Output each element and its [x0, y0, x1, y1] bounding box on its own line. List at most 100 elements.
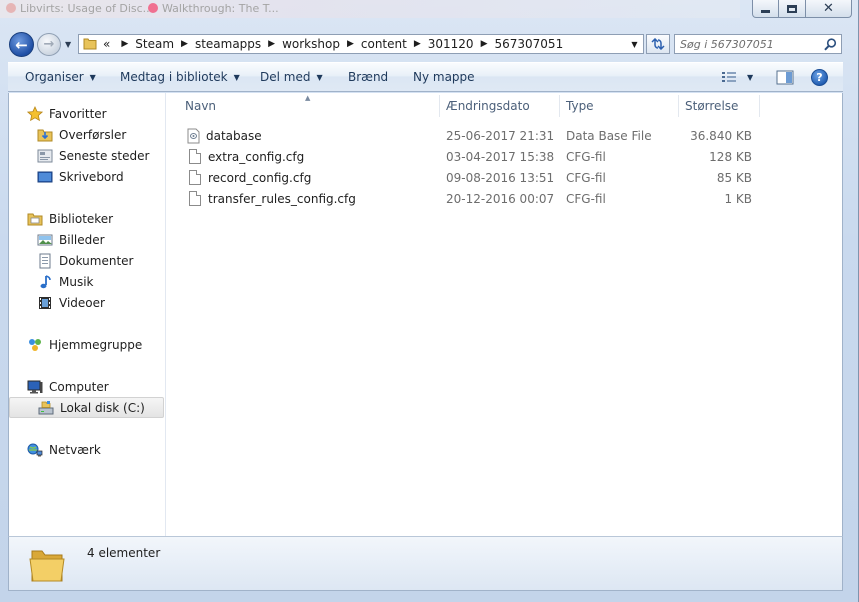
folder-icon — [26, 543, 70, 590]
background-tab-label: Walkthrough: The T... — [162, 2, 279, 15]
nav-favorites-label: Favoritter — [49, 106, 107, 121]
include-in-library-label: Medtag i bibliotek — [120, 70, 228, 84]
column-header-size[interactable]: Størrelse — [685, 93, 738, 118]
column-header-name-label: Navn — [185, 98, 217, 113]
nav-computer[interactable]: Computer — [9, 376, 166, 397]
videos-icon — [37, 295, 53, 311]
organise-button[interactable]: Organiser ▼ — [25, 70, 96, 84]
address-history-dropdown[interactable]: ▼ — [626, 35, 643, 53]
libraries-icon — [27, 211, 43, 227]
file-size: 36.840 KB — [690, 128, 752, 143]
nav-libraries-label: Biblioteker — [49, 211, 114, 226]
file-size: 1 KB — [724, 191, 752, 206]
column-header-date-label: Ændringsdato — [446, 98, 530, 113]
include-in-library-button[interactable]: Medtag i bibliotek ▼ — [120, 70, 240, 84]
preview-pane-button[interactable] — [776, 70, 794, 88]
share-with-button[interactable]: Del med ▼ — [260, 70, 323, 84]
nav-homegroup[interactable]: Hjemmegruppe — [9, 334, 166, 355]
nav-videos[interactable]: Videoer — [9, 292, 166, 313]
item-count: 4 elementer — [87, 546, 161, 560]
nav-network[interactable]: Netværk — [9, 439, 166, 460]
search-box[interactable] — [674, 34, 842, 54]
minimize-button[interactable] — [752, 0, 779, 18]
burn-button[interactable]: Brænd — [348, 70, 388, 84]
file-name-cell: database — [187, 125, 262, 146]
close-button[interactable]: ✕ — [806, 0, 852, 18]
file-type: CFG-fil — [566, 170, 606, 185]
file-icon — [189, 170, 201, 185]
breadcrumb-overflow[interactable]: « — [103, 37, 110, 51]
search-icon[interactable] — [824, 38, 837, 51]
help-button[interactable]: ? — [811, 69, 828, 86]
navigation-pane: Favoritter Overførsler Seneste steder Sk… — [9, 93, 166, 536]
file-icon — [189, 191, 201, 206]
column-divider[interactable] — [759, 95, 760, 117]
file-size: 128 KB — [709, 149, 752, 164]
change-view-button[interactable] — [721, 71, 737, 86]
nav-videos-label: Videoer — [59, 295, 105, 310]
column-header-type[interactable]: Type — [566, 93, 594, 118]
file-row[interactable]: database 25-06-2017 21:31 Data Base File… — [167, 125, 843, 146]
column-divider[interactable] — [678, 95, 679, 117]
chevron-down-icon: ▼ — [233, 73, 240, 82]
column-divider[interactable] — [439, 95, 440, 117]
nav-pictures-label: Billeder — [59, 232, 105, 247]
background-tab: Libvirts: Usage of Disc... — [6, 2, 153, 16]
details-pane: 4 elementer — [8, 536, 843, 591]
nav-libraries[interactable]: Biblioteker — [9, 208, 166, 229]
refresh-icon — [651, 38, 665, 50]
back-button[interactable]: ← — [9, 32, 34, 57]
minimize-icon — [761, 10, 770, 13]
help-icon: ? — [811, 69, 828, 86]
nav-favorites[interactable]: Favoritter — [9, 103, 166, 124]
breadcrumb-separator-icon[interactable]: ▶ — [414, 39, 421, 49]
breadcrumb-steamapps[interactable]: steamapps — [195, 37, 261, 51]
view-options-dropdown[interactable]: ▼ — [747, 73, 753, 82]
tab-favicon-icon — [6, 3, 16, 13]
nav-local-disk-c[interactable]: Lokal disk (C:) — [9, 397, 164, 418]
column-divider[interactable] — [559, 95, 560, 117]
breadcrumb-separator-icon[interactable]: ▶ — [181, 39, 188, 49]
desktop-icon — [37, 169, 53, 185]
search-input[interactable] — [675, 35, 821, 53]
file-name-cell: transfer_rules_config.cfg — [189, 188, 356, 209]
nav-pictures[interactable]: Billeder — [9, 229, 166, 250]
file-row[interactable]: transfer_rules_config.cfg 20-12-2016 00:… — [167, 188, 843, 209]
file-row[interactable]: extra_config.cfg 03-04-2017 15:38 CFG-fi… — [167, 146, 843, 167]
share-with-label: Del med — [260, 70, 311, 84]
breadcrumb-separator-icon[interactable]: ▶ — [121, 39, 128, 49]
nav-desktop[interactable]: Skrivebord — [9, 166, 166, 187]
recent-places-icon — [37, 148, 53, 164]
nav-recent-places[interactable]: Seneste steder — [9, 145, 166, 166]
nav-downloads-label: Overførsler — [59, 127, 127, 142]
maximize-button[interactable] — [779, 0, 806, 18]
file-row[interactable]: record_config.cfg 09-08-2016 13:51 CFG-f… — [167, 167, 843, 188]
nav-downloads[interactable]: Overførsler — [9, 124, 166, 145]
file-type: CFG-fil — [566, 191, 606, 206]
breadcrumb-content[interactable]: content — [361, 37, 407, 51]
file-list: ▲ Navn Ændringsdato Type Størrelse datab… — [167, 93, 843, 536]
nav-music[interactable]: Musik — [9, 271, 166, 292]
chevron-down-icon: ▼ — [89, 73, 96, 82]
breadcrumb-workshop[interactable]: workshop — [282, 37, 340, 51]
file-name: extra_config.cfg — [208, 149, 305, 164]
forward-button[interactable]: → — [37, 33, 61, 56]
column-header-size-label: Størrelse — [685, 98, 739, 113]
breadcrumb-separator-icon[interactable]: ▶ — [481, 39, 488, 49]
column-header-name[interactable]: Navn — [185, 93, 216, 118]
new-folder-button[interactable]: Ny mappe — [413, 70, 475, 84]
nav-documents[interactable]: Dokumenter — [9, 250, 166, 271]
breadcrumb-separator-icon[interactable]: ▶ — [268, 39, 275, 49]
refresh-button[interactable] — [646, 34, 670, 54]
chevron-down-icon: ▼ — [316, 73, 323, 82]
arrow-right-icon: → — [43, 37, 55, 52]
downloads-folder-icon — [37, 127, 53, 143]
breadcrumb-separator-icon[interactable]: ▶ — [347, 39, 354, 49]
breadcrumb-567307051[interactable]: 567307051 — [494, 37, 563, 51]
column-header-date[interactable]: Ændringsdato — [446, 93, 530, 118]
breadcrumb-301120[interactable]: 301120 — [428, 37, 474, 51]
recent-pages-dropdown[interactable]: ▼ — [65, 40, 74, 49]
breadcrumb-steam[interactable]: Steam — [135, 37, 174, 51]
background-tab: Walkthrough: The T... — [148, 2, 279, 16]
address-bar[interactable]: « ▶ Steam ▶ steamapps ▶ workshop ▶ conte… — [78, 34, 644, 54]
